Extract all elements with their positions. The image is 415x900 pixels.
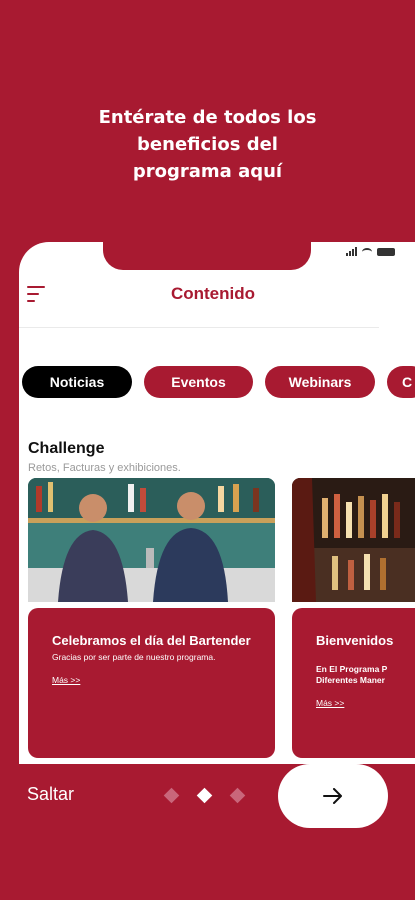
app-header: Contenido — [19, 272, 379, 328]
headline-line-3: programa aquí — [132, 161, 283, 182]
page-dot-1 — [163, 787, 180, 804]
card-more-link[interactable]: Más >> — [316, 698, 415, 708]
card-panel: Celebramos el día del Bartender Gracias … — [28, 608, 275, 758]
wifi-icon — [362, 247, 372, 256]
headline-line-2: beneficios del — [137, 134, 278, 155]
card-title: Celebramos el día del Bartender — [52, 633, 251, 648]
page-dot-3 — [229, 787, 246, 804]
signal-icon — [346, 247, 357, 256]
bartenders-photo — [28, 478, 275, 602]
next-button[interactable] — [278, 764, 388, 828]
headline-line-1: Entérate de todos los — [98, 107, 317, 128]
card-panel: Bienvenidos En El Programa P Diferentes … — [292, 608, 415, 758]
battery-icon — [377, 247, 395, 256]
section-subtitle: Retos, Facturas y exhibiciones. — [28, 462, 181, 474]
content-card[interactable]: Bienvenidos En El Programa P Diferentes … — [292, 478, 415, 758]
card-more-link[interactable]: Más >> — [52, 675, 251, 685]
tab-eventos[interactable]: Eventos — [144, 366, 253, 398]
category-tabs: Noticias Eventos Webinars C — [22, 366, 415, 398]
card-text: Gracias por ser parte de nuestro program… — [52, 652, 216, 662]
page-indicator — [163, 787, 246, 804]
page-dot-2-active — [196, 787, 213, 804]
card-title: Bienvenidos — [316, 633, 394, 648]
skip-button[interactable]: Saltar — [27, 784, 74, 805]
page-title: Contenido — [170, 284, 256, 303]
card-text: En El Programa P Diferentes Maner — [316, 664, 388, 685]
tab-noticias[interactable]: Noticias — [22, 366, 132, 398]
status-bar — [346, 247, 395, 256]
tab-partial[interactable]: C — [387, 366, 415, 398]
bar-shelf-photo — [292, 478, 415, 602]
phone-notch — [103, 242, 311, 270]
section-title: Challenge — [28, 440, 105, 457]
content-card[interactable]: Celebramos el día del Bartender Gracias … — [28, 478, 275, 758]
tab-webinars[interactable]: Webinars — [265, 366, 375, 398]
phone-mockup: Contenido Noticias Eventos Webinars C Ch… — [19, 242, 415, 764]
arrow-right-icon — [323, 788, 342, 804]
onboarding-headline: Entérate de todos los beneficios del pro… — [0, 104, 415, 185]
